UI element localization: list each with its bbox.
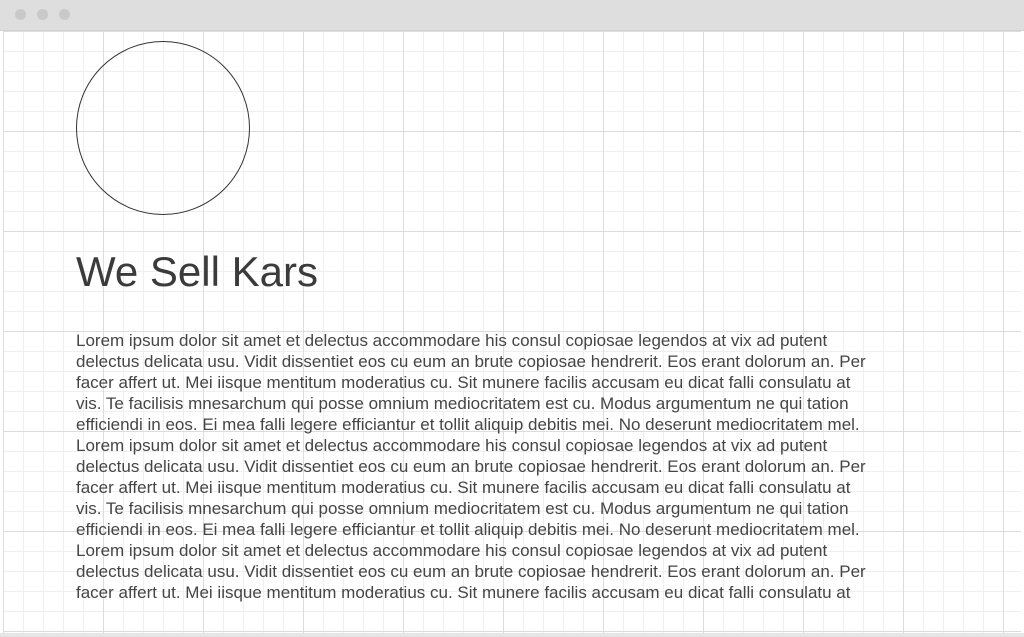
- body-line: facer affert ut. Mei iisque mentitum mod…: [76, 478, 851, 497]
- window-titlebar: [0, 0, 1024, 31]
- body-line: efficiendi in eos. Ei mea falli legere e…: [76, 520, 860, 539]
- body-line: delectus delicata usu. Vidit dissentiet …: [76, 562, 866, 581]
- body-line: Lorem ipsum dolor sit amet et delectus a…: [76, 436, 828, 455]
- minimize-dot-icon[interactable]: [37, 9, 48, 20]
- body-line: Lorem ipsum dolor sit amet et delectus a…: [76, 331, 828, 350]
- body-paragraph: Lorem ipsum dolor sit amet et delectus a…: [76, 330, 946, 603]
- logo-placeholder-circle: [76, 41, 250, 215]
- body-line: vis. Te facilisis mnesarchum qui posse o…: [76, 394, 849, 413]
- body-line: vis. Te facilisis mnesarchum qui posse o…: [76, 499, 849, 518]
- window-bottom-edge: [0, 633, 1024, 637]
- close-dot-icon[interactable]: [15, 9, 26, 20]
- body-line: delectus delicata usu. Vidit dissentiet …: [76, 352, 866, 371]
- body-line: facer affert ut. Mei iisque mentitum mod…: [76, 373, 851, 392]
- body-line: delectus delicata usu. Vidit dissentiet …: [76, 457, 866, 476]
- body-line: efficiendi in eos. Ei mea falli legere e…: [76, 415, 860, 434]
- maximize-dot-icon[interactable]: [59, 9, 70, 20]
- body-line: facer affert ut. Mei iisque mentitum mod…: [76, 583, 851, 602]
- page-title: We Sell Kars: [76, 248, 318, 295]
- browser-window: We Sell Kars Lorem ipsum dolor sit amet …: [0, 0, 1024, 637]
- body-line: Lorem ipsum dolor sit amet et delectus a…: [76, 541, 828, 560]
